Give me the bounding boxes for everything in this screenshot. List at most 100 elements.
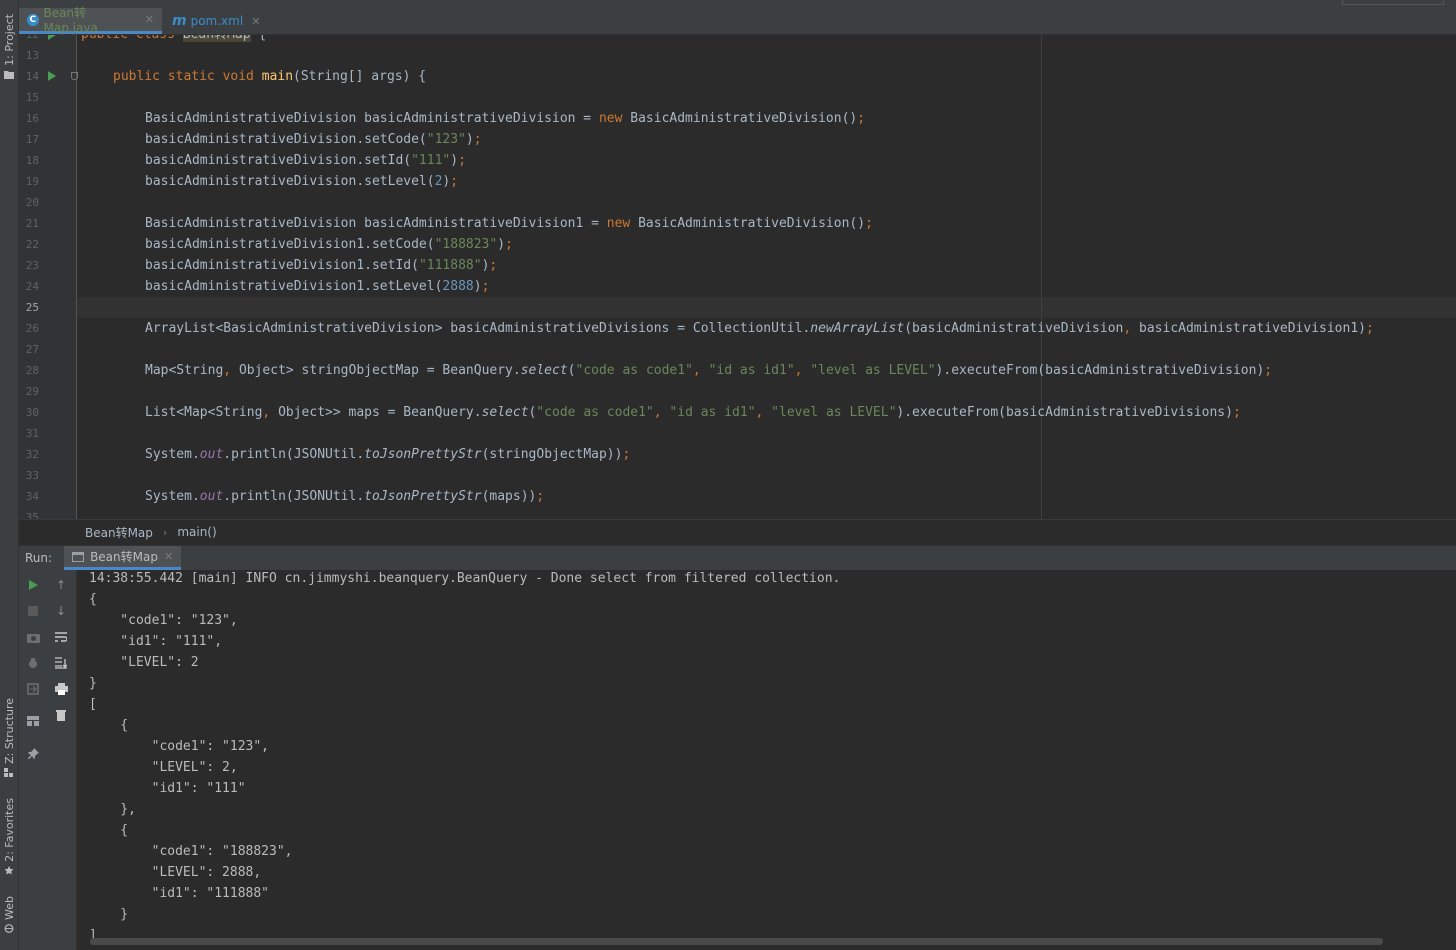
java-class-icon: C xyxy=(27,13,39,26)
camera-icon[interactable] xyxy=(26,630,40,644)
close-icon[interactable]: ✕ xyxy=(164,550,173,563)
left-tool-strip: 1: Project Z: Structure 2: Favorites Web xyxy=(0,0,19,950)
line-number: 16 xyxy=(25,112,39,125)
fold-icon[interactable] xyxy=(71,72,78,80)
console-line: { xyxy=(89,718,129,733)
globe-icon xyxy=(4,924,14,933)
line-number: 29 xyxy=(25,385,39,398)
console-output[interactable]: 14:38:55.442 [main] INFO cn.jimmyshi.bea… xyxy=(77,570,1456,950)
web-tool-label: Web xyxy=(2,896,16,920)
structure-tool-label: Z: Structure xyxy=(2,698,16,764)
trash-icon[interactable] xyxy=(54,708,68,722)
horizontal-scrollbar[interactable] xyxy=(90,938,1383,945)
line-number: 28 xyxy=(25,364,39,377)
console-line: } xyxy=(89,907,129,922)
tab-pom-xml[interactable]: m pom.xml ✕ xyxy=(164,8,264,34)
line-number: 22 xyxy=(25,238,39,251)
console-line: "id1": "111", xyxy=(89,634,223,649)
line-number: 20 xyxy=(25,196,39,209)
editor-tab-bar: C Bean转Map.java ✕ m pom.xml ✕ xyxy=(19,6,1456,35)
line-number: 14 xyxy=(25,70,39,83)
project-tool-button[interactable]: 1: Project xyxy=(0,14,18,79)
line-number: 24 xyxy=(25,280,39,293)
code-line-34: System.out.println(JSONUtil.toJsonPretty… xyxy=(145,489,545,504)
layout-icon[interactable] xyxy=(26,714,40,728)
toolbar-widget xyxy=(1342,0,1444,5)
maven-icon: m xyxy=(172,13,187,29)
code-line-22: basicAdministrativeDivision1.setCode("18… xyxy=(145,237,513,252)
close-icon[interactable]: ✕ xyxy=(251,15,260,28)
code-line-17: basicAdministrativeDivision.setCode("123… xyxy=(145,132,482,147)
line-number: 27 xyxy=(25,343,39,356)
exit-icon[interactable] xyxy=(26,682,40,696)
right-margin-guide xyxy=(1041,35,1042,519)
code-line-23: basicAdministrativeDivision1.setId("1118… xyxy=(145,258,498,273)
line-number: 19 xyxy=(25,175,39,188)
console-icon xyxy=(72,551,85,562)
code-line-26: ArrayList<BasicAdministrativeDivision> b… xyxy=(145,321,1374,336)
chevron-right-icon: › xyxy=(162,525,168,539)
code-editor[interactable]: 12 13 14 15 16 17 18 19 20 21 22 23 24 25 26 27 28 29 30 31… xyxy=(19,35,1456,519)
line-number: 26 xyxy=(25,322,39,335)
console-line: [ xyxy=(89,697,97,712)
console-line: 14:38:55.442 [main] INFO cn.jimmyshi.bea… xyxy=(89,571,841,586)
code-line-16: BasicAdministrativeDivision basicAdminis… xyxy=(145,111,866,126)
console-line: "LEVEL": 2, xyxy=(89,760,238,775)
scroll-to-end-icon[interactable] xyxy=(54,656,68,670)
code-line-19: basicAdministrativeDivision.setLevel(2); xyxy=(145,174,459,189)
top-strip xyxy=(19,0,1456,8)
structure-tool-button[interactable]: Z: Structure xyxy=(0,698,18,777)
console-line: "id1": "111888" xyxy=(89,886,270,901)
line-number: 32 xyxy=(25,448,39,461)
line-number: 31 xyxy=(25,427,39,440)
console-line: } xyxy=(89,676,97,691)
tab-label: pom.xml xyxy=(190,14,244,28)
pin-icon[interactable] xyxy=(26,747,40,761)
rerun-icon[interactable] xyxy=(26,578,40,592)
line-number: 35 xyxy=(25,511,39,519)
code-line-28: Map<String, Object> stringObjectMap = Be… xyxy=(145,363,1273,378)
folder-icon xyxy=(4,70,14,79)
print-icon[interactable] xyxy=(54,682,68,696)
line-number: 23 xyxy=(25,259,39,272)
line-number: 34 xyxy=(25,490,39,503)
line-number: 30 xyxy=(25,406,39,419)
run-tab-label: Bean转Map xyxy=(90,550,158,564)
tab-label: Bean转Map.java xyxy=(43,6,98,35)
console-line: "code1": "188823", xyxy=(89,844,293,859)
console-line: "code1": "123", xyxy=(89,739,270,754)
debug-icon[interactable] xyxy=(26,656,40,670)
line-number: 25 xyxy=(25,301,39,314)
code-line-14: public static void main(String[] args) { xyxy=(113,69,427,84)
run-toolbar-secondary: ↑ ↓ xyxy=(47,570,77,950)
line-number: 33 xyxy=(25,469,39,482)
close-icon[interactable]: ✕ xyxy=(145,13,154,26)
breadcrumb-class[interactable]: Bean转Map xyxy=(85,524,153,541)
arrow-down-icon[interactable]: ↓ xyxy=(54,604,68,618)
console-line: { xyxy=(89,823,129,838)
line-number: 15 xyxy=(25,91,39,104)
breadcrumb: Bean转Map › main() xyxy=(19,519,1456,544)
run-tab-bean-to-map[interactable]: Bean转Map ✕ xyxy=(64,546,182,570)
line-number: 13 xyxy=(25,49,39,62)
project-tool-label: 1: Project xyxy=(2,14,16,66)
code-line-24: basicAdministrativeDivision1.setLevel(28… xyxy=(145,279,490,294)
line-number: 12 xyxy=(19,35,39,41)
run-label: Run: xyxy=(25,551,53,565)
code-line-12: public class Bean转Map { xyxy=(81,35,266,45)
web-tool-button[interactable]: Web xyxy=(0,896,18,933)
run-main-icon[interactable] xyxy=(48,71,56,81)
run-panel-header: Run: Bean转Map ✕ xyxy=(19,545,1456,571)
code-line-30: List<Map<String, Object>> maps = BeanQue… xyxy=(145,405,1241,420)
breadcrumb-method[interactable]: main() xyxy=(177,525,216,539)
code-line-18: basicAdministrativeDivision.setId("111")… xyxy=(145,153,466,168)
arrow-up-icon[interactable]: ↑ xyxy=(54,578,68,592)
tab-bean-to-map-java[interactable]: C Bean转Map.java ✕ xyxy=(19,6,162,35)
line-number-gutter: 12 13 14 15 16 17 18 19 20 21 22 23 24 25 26 27 28 29 30 31… xyxy=(19,35,78,519)
code-line-32: System.out.println(JSONUtil.toJsonPretty… xyxy=(145,447,631,462)
stop-icon[interactable] xyxy=(26,604,40,618)
run-class-icon[interactable] xyxy=(48,35,56,40)
favorites-tool-button[interactable]: 2: Favorites xyxy=(0,798,18,875)
console-line: "id1": "111" xyxy=(89,781,246,796)
soft-wrap-icon[interactable] xyxy=(54,630,68,644)
